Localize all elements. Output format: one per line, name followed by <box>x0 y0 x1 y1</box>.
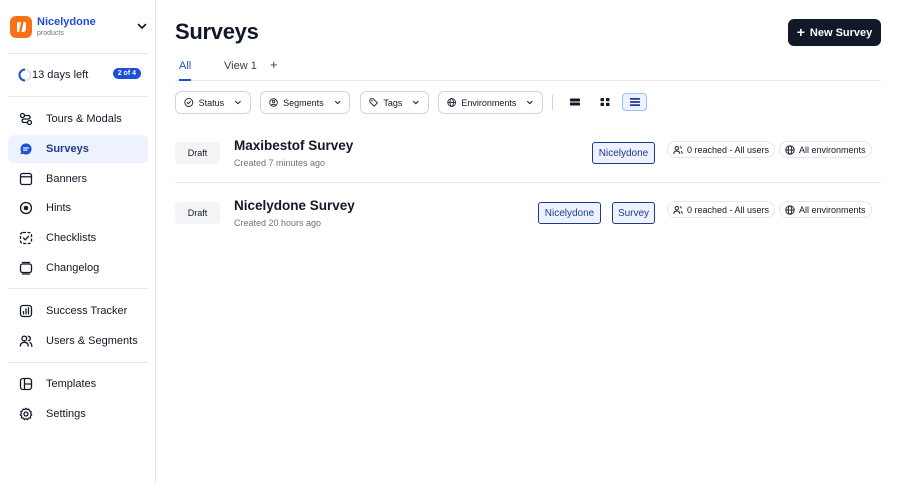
chevron-down-icon <box>527 100 533 105</box>
tag-icon <box>369 98 378 107</box>
sidebar-item-label: Success Tracker <box>46 305 128 317</box>
route-icon <box>19 112 33 126</box>
users-icon <box>673 205 683 214</box>
sidebar-item-label: Templates <box>46 378 97 390</box>
sidebar-item-hints[interactable]: Hints <box>8 194 148 222</box>
tags-filter-label: Tags <box>383 97 403 108</box>
globe-icon <box>447 98 456 107</box>
page-title: Surveys <box>175 19 259 44</box>
environments-pill[interactable]: All environments <box>779 141 872 158</box>
survey-icon <box>20 143 32 155</box>
environments-text: All environments <box>799 144 866 155</box>
status-badge: Draft <box>175 142 220 164</box>
tab-all[interactable]: All <box>179 60 192 81</box>
sidebar-item-label: Banners <box>46 173 87 185</box>
globe-icon <box>785 204 795 215</box>
workspace-subtitle: products <box>37 29 64 37</box>
sidebar-item-label: Settings <box>46 408 86 420</box>
sidebar-item-label: Surveys <box>46 143 89 155</box>
add-view-button[interactable]: + <box>270 57 278 72</box>
survey-created: Created 7 minutes ago <box>234 158 326 168</box>
globe-icon <box>785 144 795 155</box>
compact-view-button[interactable] <box>562 93 587 111</box>
templates-icon <box>19 377 33 391</box>
tag-badge[interactable]: Nicelydone <box>538 202 601 224</box>
sidebar: Nicelydone products 13 days left 2 of 4 … <box>0 0 156 484</box>
tag-badge[interactable]: Survey <box>612 202 655 224</box>
new-survey-button[interactable]: + New Survey <box>788 19 881 46</box>
sidebar-item-label: Changelog <box>46 262 100 274</box>
chevron-down-icon <box>413 100 419 105</box>
status-badge: Draft <box>175 202 220 224</box>
reach-pill[interactable]: 0 reached - All users <box>667 201 776 218</box>
sidebar-item-banners[interactable]: Banners <box>8 165 148 193</box>
check-circle-icon <box>184 98 194 107</box>
status-filter-label: Status <box>198 97 225 108</box>
sidebar-divider <box>8 53 148 54</box>
banner-icon <box>19 172 33 186</box>
list-view-button[interactable] <box>622 93 647 111</box>
view-tabs: All View 1 + <box>175 56 881 81</box>
toolbar-separator <box>552 95 553 110</box>
list-icon <box>629 98 640 106</box>
onboarding-progress-badge: 2 of 4 <box>112 68 141 79</box>
sidebar-item-settings[interactable]: Settings <box>8 400 148 428</box>
chevron-down-icon <box>235 100 241 105</box>
survey-title[interactable]: Maxibestof Survey <box>234 138 353 153</box>
grid-icon <box>600 98 609 106</box>
sidebar-divider <box>8 96 148 97</box>
table-row[interactable]: Draft Nicelydone Survey Created 20 hours… <box>175 183 881 243</box>
sidebar-item-templates[interactable]: Templates <box>8 370 148 398</box>
sidebar-item-label: Users & Segments <box>46 335 138 347</box>
trial-days-left: 13 days left <box>32 69 89 81</box>
rows-icon <box>569 98 580 106</box>
sidebar-divider <box>8 362 148 363</box>
survey-created: Created 20 hours ago <box>234 218 322 228</box>
environments-filter[interactable]: Environments <box>438 91 543 114</box>
users-icon <box>19 335 33 347</box>
reach-text: 0 reached - All users <box>687 144 770 155</box>
changelog-icon <box>19 261 33 275</box>
sidebar-item-changelog[interactable]: Changelog <box>8 254 148 282</box>
environments-filter-label: Environments <box>461 97 517 108</box>
sidebar-item-label: Hints <box>46 202 72 214</box>
hint-icon <box>19 201 33 215</box>
tab-view-1[interactable]: View 1 <box>224 60 257 81</box>
survey-title[interactable]: Nicelydone Survey <box>234 198 355 213</box>
tag-badge[interactable]: Nicelydone <box>592 142 655 164</box>
chart-icon <box>19 304 33 318</box>
users-icon <box>673 145 683 154</box>
progress-ring-icon <box>18 68 32 82</box>
segments-filter-label: Segments <box>283 97 324 108</box>
sidebar-item-label: Checklists <box>46 232 97 244</box>
gear-icon <box>19 407 33 421</box>
sidebar-divider <box>8 288 148 289</box>
reach-pill[interactable]: 0 reached - All users <box>667 141 776 158</box>
sidebar-item-label: Tours & Modals <box>46 113 122 125</box>
sidebar-item-users-segments[interactable]: Users & Segments <box>8 327 148 355</box>
sidebar-item-surveys[interactable]: Surveys <box>8 135 148 163</box>
workspace-switcher[interactable]: Nicelydone products <box>10 14 148 40</box>
sidebar-item-success-tracker[interactable]: Success Tracker <box>8 297 148 325</box>
chevron-down-icon[interactable] <box>136 19 148 37</box>
segments-filter[interactable]: Segments <box>260 91 350 114</box>
new-survey-label: New Survey <box>809 26 873 39</box>
plus-icon: + <box>796 24 805 40</box>
environments-text: All environments <box>799 204 866 215</box>
sidebar-item-tours[interactable]: Tours & Modals <box>8 105 148 133</box>
table-row[interactable]: Draft Maxibestof Survey Created 7 minute… <box>175 123 881 183</box>
grid-view-button[interactable] <box>592 93 617 111</box>
status-filter[interactable]: Status <box>175 91 251 114</box>
brand-logo-icon <box>10 16 32 38</box>
user-circle-icon <box>269 98 278 107</box>
tags-filter[interactable]: Tags <box>360 91 429 114</box>
chevron-down-icon <box>334 100 341 105</box>
workspace-name: Nicelydone <box>37 15 96 28</box>
reach-text: 0 reached - All users <box>687 204 770 215</box>
environments-pill[interactable]: All environments <box>779 201 872 218</box>
checklist-icon <box>19 231 33 245</box>
trial-status[interactable]: 13 days left 2 of 4 <box>18 66 144 84</box>
sidebar-item-checklists[interactable]: Checklists <box>8 224 148 252</box>
